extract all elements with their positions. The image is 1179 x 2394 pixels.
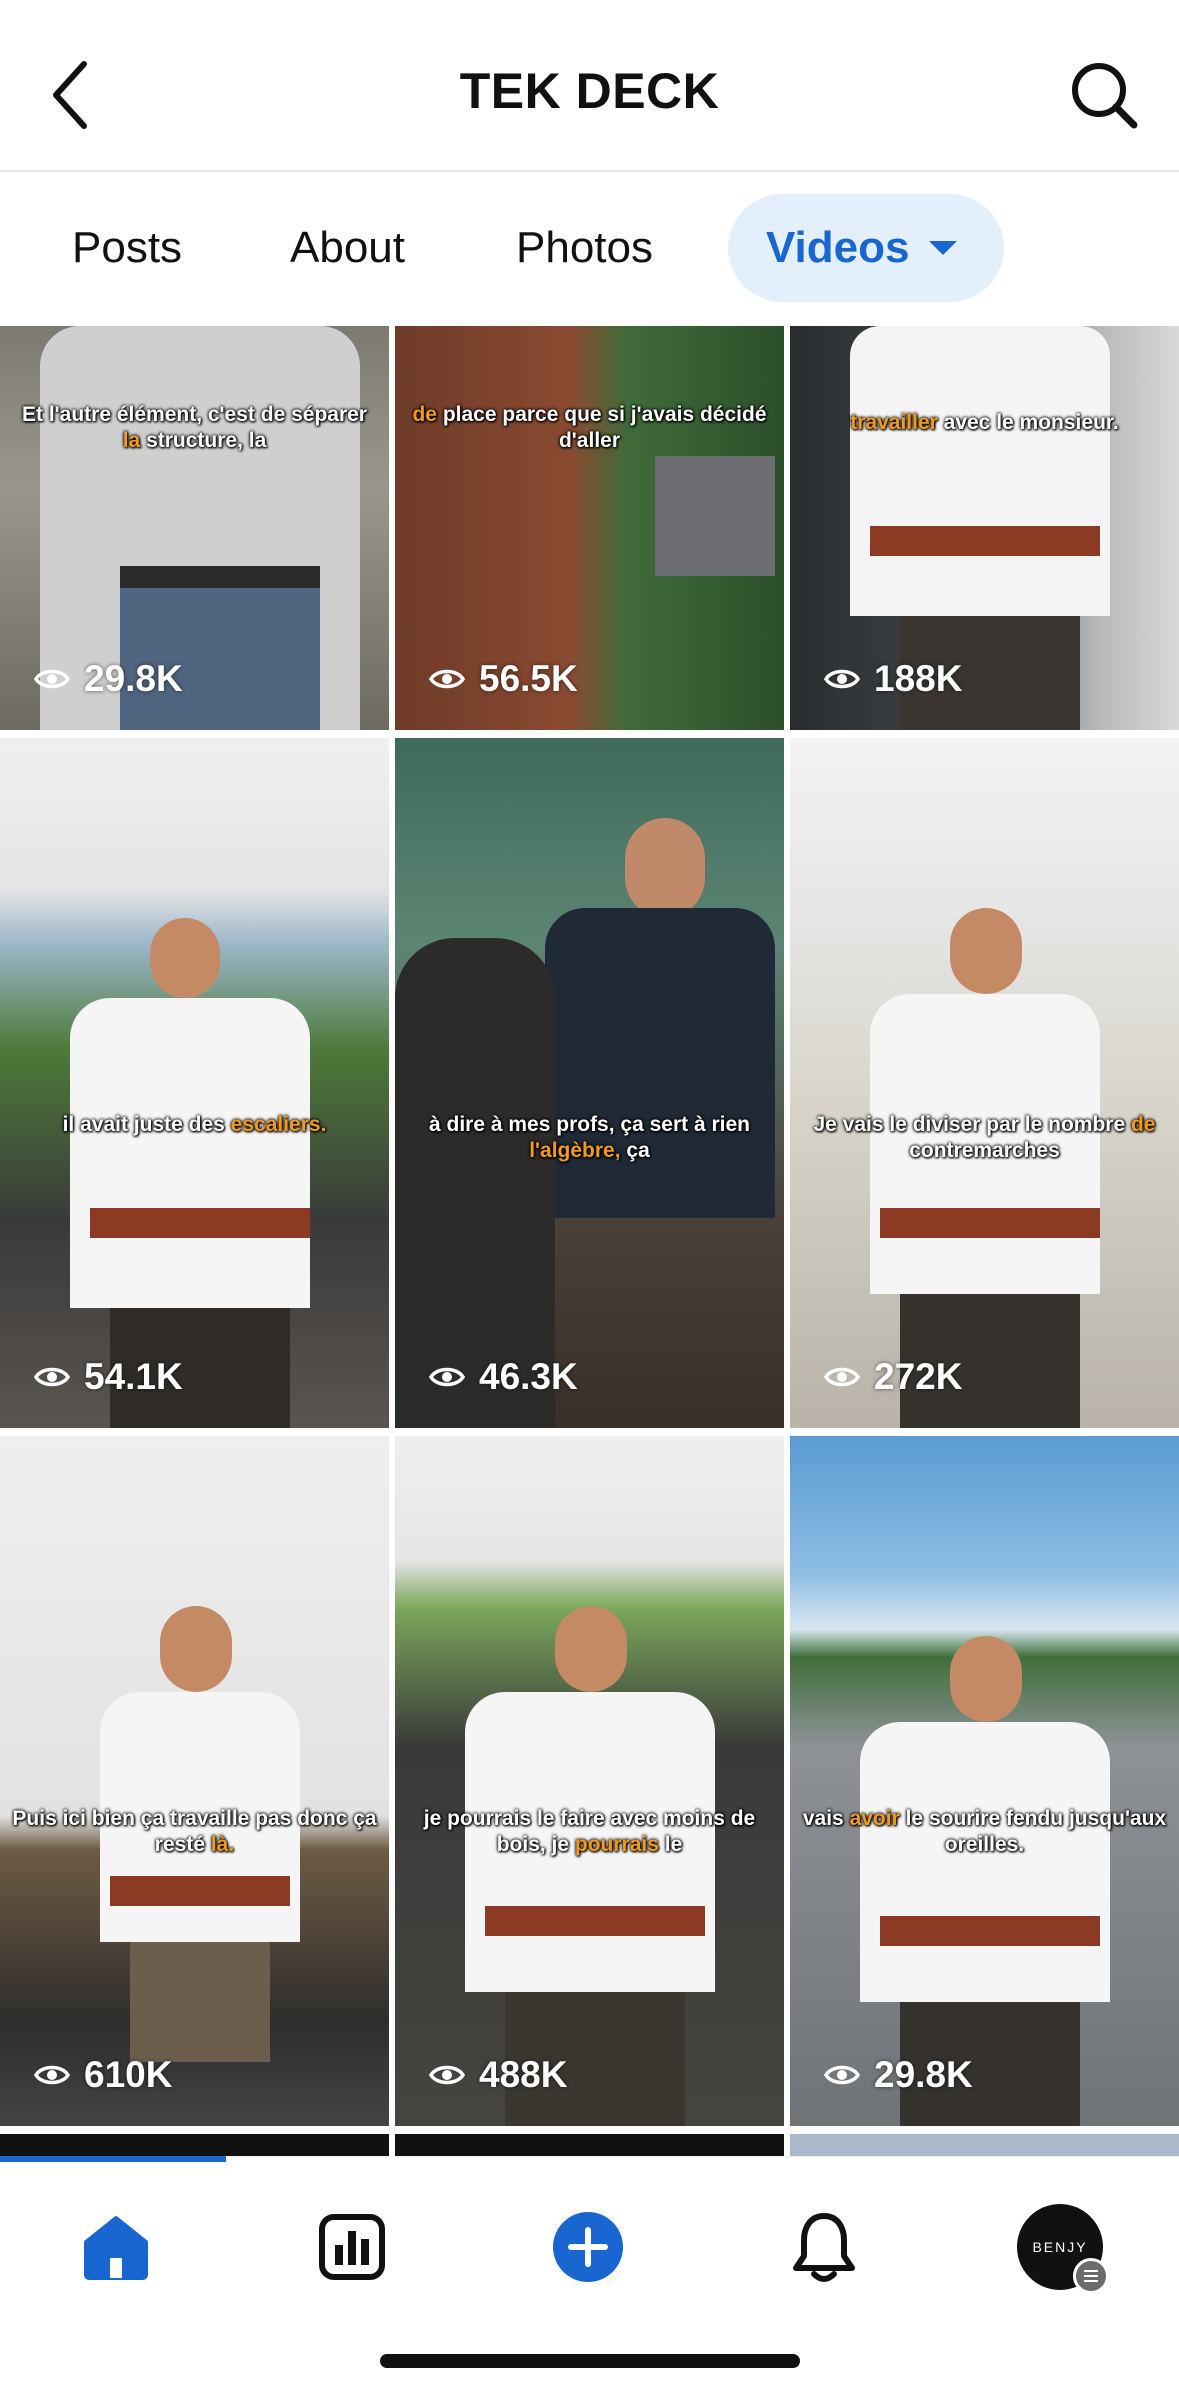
menu-icon <box>1073 2258 1109 2294</box>
eye-icon <box>824 2065 860 2085</box>
nav-dashboard[interactable] <box>302 2197 402 2297</box>
tab-label: Videos <box>766 223 910 272</box>
dashboard-icon <box>319 2214 385 2280</box>
view-count: 610K <box>34 2054 172 2096</box>
eye-icon <box>34 669 70 689</box>
avatar: BENJY <box>1017 2204 1109 2294</box>
tab-label: About <box>290 223 405 272</box>
video-tile[interactable]: travailler avec le monsieur. 188K <box>790 326 1179 730</box>
tab-label: Photos <box>516 223 653 272</box>
tab-bar: Posts About Photos Videos <box>0 172 1179 324</box>
nav-notifications[interactable] <box>774 2197 874 2297</box>
video-caption: travailler avec le monsieur. <box>850 411 1119 434</box>
bell-icon <box>793 2213 855 2282</box>
video-caption: Et l'autre élément, c'est de séparer la … <box>22 403 367 452</box>
video-tile[interactable]: Je vais le diviser par le nombre de cont… <box>790 738 1179 1428</box>
header: TEK DECK <box>0 0 1179 170</box>
eye-icon <box>429 1367 465 1387</box>
eye-icon <box>34 1367 70 1387</box>
caret-down-icon <box>929 241 958 255</box>
view-count: 46.3K <box>429 1356 578 1398</box>
search-button[interactable] <box>1059 50 1149 140</box>
home-indicator <box>380 2354 800 2368</box>
tab-videos[interactable]: Videos <box>728 194 1004 302</box>
eye-icon <box>824 1367 860 1387</box>
video-tile[interactable] <box>395 2134 784 2156</box>
view-count: 29.8K <box>824 2054 973 2096</box>
tab-photos[interactable]: Photos <box>516 194 653 302</box>
view-count: 56.5K <box>429 658 578 700</box>
eye-icon <box>429 2065 465 2085</box>
nav-active-indicator <box>0 2156 226 2162</box>
video-tile[interactable]: il avait juste des escaliers. 54.1K <box>0 738 389 1428</box>
eye-icon <box>824 669 860 689</box>
view-count: 188K <box>824 658 962 700</box>
home-icon <box>84 2216 148 2280</box>
video-tile[interactable] <box>0 2134 389 2156</box>
video-tile[interactable]: de place parce que si j'avais décidé d'a… <box>395 326 784 730</box>
video-tile[interactable]: à dire à mes profs, ça sert à rien l'alg… <box>395 738 784 1428</box>
create-plus-icon <box>553 2212 623 2282</box>
video-tile[interactable]: vais avoir le sourire fendu jusqu'aux or… <box>790 1436 1179 2126</box>
nav-home[interactable] <box>66 2197 166 2297</box>
video-tile[interactable]: je pourrais le faire avec moins de bois,… <box>395 1436 784 2126</box>
view-count: 54.1K <box>34 1356 183 1398</box>
video-grid: Et l'autre élément, c'est de séparer la … <box>0 326 1179 2156</box>
video-tile[interactable]: Et l'autre élément, c'est de séparer la … <box>0 326 389 730</box>
nav-profile[interactable]: BENJY <box>1010 2197 1110 2297</box>
video-tile[interactable]: Puis ici bien ça travaille pas donc ça r… <box>0 1436 389 2126</box>
tab-label: Posts <box>72 223 183 272</box>
video-caption: il avait juste des escaliers. <box>62 1113 327 1136</box>
tab-about[interactable]: About <box>290 194 405 302</box>
video-caption: je pourrais le faire avec moins de bois,… <box>423 1807 756 1856</box>
video-caption: de place parce que si j'avais décidé d'a… <box>412 403 767 452</box>
page-title: TEK DECK <box>459 63 720 119</box>
avatar-text: BENJY <box>1032 2239 1088 2255</box>
nav-create[interactable] <box>538 2197 638 2297</box>
video-tile[interactable] <box>790 2134 1179 2156</box>
view-count: 488K <box>429 2054 567 2096</box>
eye-icon <box>429 669 465 689</box>
video-caption: Puis ici bien ça travaille pas donc ça r… <box>12 1807 377 1856</box>
eye-icon <box>34 2065 70 2085</box>
view-count: 272K <box>824 1356 962 1398</box>
video-caption: à dire à mes profs, ça sert à rien l'alg… <box>429 1113 750 1162</box>
tab-posts[interactable]: Posts <box>72 194 182 302</box>
view-count: 29.8K <box>34 658 183 700</box>
video-caption: Je vais le diviser par le nombre de cont… <box>813 1113 1156 1162</box>
search-icon <box>1072 63 1138 129</box>
video-caption: vais avoir le sourire fendu jusqu'aux or… <box>802 1807 1167 1856</box>
